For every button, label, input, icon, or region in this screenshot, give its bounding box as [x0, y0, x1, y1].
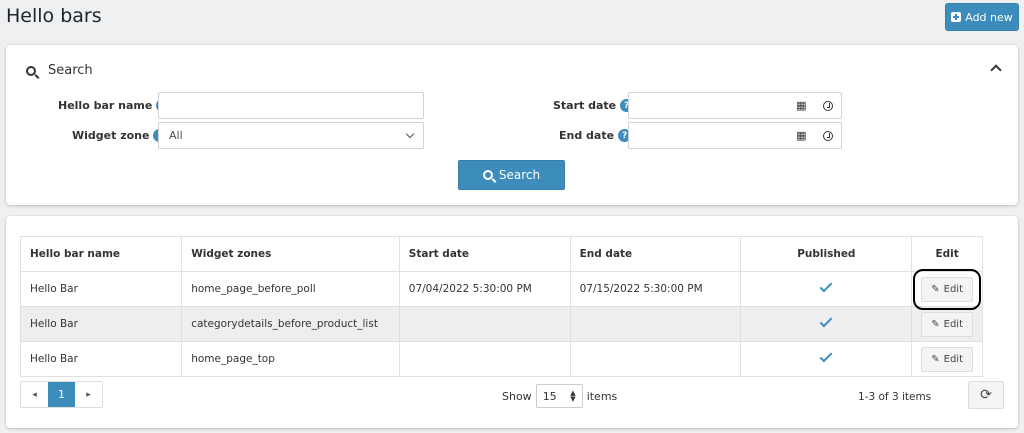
edit-label: Edit	[943, 283, 963, 295]
add-new-label: Add new	[965, 10, 1013, 24]
edit-label: Edit	[943, 318, 963, 330]
cell-name: Hello Bar	[19, 306, 183, 342]
refresh-button[interactable]: ⟳	[968, 381, 1004, 409]
edit-button[interactable]: ✎ Edit	[913, 268, 981, 310]
cell-name: Hello Bar	[19, 271, 183, 307]
search-icon	[26, 65, 36, 76]
end-date-label-text: End date	[559, 129, 615, 142]
clock-icon[interactable]	[822, 100, 833, 111]
checkmark-icon	[819, 349, 833, 363]
cell-zone: categorydetails_before_product_list	[181, 306, 400, 342]
show-label: Show	[502, 389, 532, 403]
prev-page-button[interactable]: ◂	[21, 382, 48, 407]
start-date-pickers: ▦	[788, 92, 842, 119]
cell-edit: ✎ Edit	[911, 306, 983, 342]
table-row: Hello Bar categorydetails_before_product…	[19, 306, 983, 342]
search-panel-header[interactable]: Search	[26, 63, 93, 78]
refresh-icon: ⟳	[980, 387, 992, 403]
cell-end-date	[569, 341, 742, 377]
cell-start-date	[398, 306, 571, 342]
cell-edit: ✎ Edit	[911, 268, 983, 310]
cell-start-date: 07/04/2022 5:30:00 PM	[398, 271, 571, 307]
clock-icon[interactable]	[822, 130, 833, 141]
plus-square-icon	[951, 12, 962, 22]
widget-zone-label-text: Widget zone	[72, 129, 150, 142]
column-header[interactable]: Widget zones	[181, 236, 400, 272]
start-date-label: Start date ?	[553, 99, 634, 112]
add-new-button[interactable]: Add new	[945, 3, 1019, 31]
page-size-control: Show 15 ▲ ▼ items	[502, 384, 617, 408]
end-date-label: End date ?	[559, 129, 632, 142]
page-title: Hello bars	[6, 5, 102, 27]
table-row: Hello Bar home_page_before_poll 07/04/20…	[19, 268, 983, 310]
calendar-icon[interactable]: ▦	[796, 99, 806, 112]
items-count: 1-3 of 3 items	[858, 391, 932, 403]
widget-zone-label: Widget zone ?	[72, 129, 167, 142]
column-header: Edit	[911, 236, 983, 272]
column-header[interactable]: End date	[569, 236, 742, 272]
edit-button[interactable]: ✎ Edit	[921, 346, 973, 372]
search-panel: Search Hello bar name ? Widget zone ? Al…	[6, 45, 1018, 205]
search-heading: Search	[48, 63, 93, 78]
table-row: Hello Bar home_page_top ✎ Edit	[19, 341, 983, 377]
checkmark-icon	[819, 279, 833, 293]
page-size-value: 15	[542, 389, 557, 403]
widget-zone-value: All	[169, 129, 183, 142]
hello-bar-name-label-text: Hello bar name	[58, 99, 153, 112]
pencil-icon: ✎	[931, 283, 940, 295]
cell-published	[740, 341, 913, 377]
end-date-pickers: ▦	[788, 122, 842, 149]
end-date-input[interactable]	[628, 122, 789, 149]
cell-start-date	[398, 341, 571, 377]
cell-zone: home_page_top	[181, 341, 400, 377]
cell-name: Hello Bar	[19, 341, 183, 377]
search-icon	[482, 170, 493, 180]
start-date-label-text: Start date	[553, 99, 617, 112]
page-button-current[interactable]: 1	[48, 382, 75, 407]
pagination: ◂ 1 ▸	[20, 381, 103, 408]
hello-bars-grid-panel: Hello bar name Widget zones Start date E…	[6, 216, 1018, 428]
checkmark-icon	[819, 314, 833, 328]
hello-bar-name-input[interactable]	[158, 92, 424, 119]
edit-button[interactable]: ✎ Edit	[921, 311, 973, 337]
chevron-down-icon	[405, 129, 415, 139]
chevron-up-icon[interactable]	[990, 64, 1002, 76]
pencil-icon: ✎	[931, 353, 940, 365]
start-date-input[interactable]	[628, 92, 789, 119]
cell-published	[740, 271, 913, 307]
search-button[interactable]: Search	[458, 160, 565, 190]
cell-end-date	[569, 306, 742, 342]
hello-bars-table: Hello bar name Widget zones Start date E…	[19, 236, 983, 377]
cell-zone: home_page_before_poll	[181, 271, 400, 307]
page-size-select[interactable]: 15 ▲ ▼	[535, 384, 583, 408]
calendar-icon[interactable]: ▦	[796, 129, 806, 142]
next-page-button[interactable]: ▸	[75, 382, 102, 407]
cell-edit: ✎ Edit	[911, 341, 983, 377]
widget-zone-select[interactable]: All	[158, 122, 424, 149]
items-label: items	[586, 389, 618, 403]
pencil-icon: ✎	[931, 318, 940, 330]
updown-icon: ▲ ▼	[570, 389, 576, 403]
search-button-label: Search	[498, 168, 541, 182]
column-header[interactable]: Published	[740, 236, 913, 272]
cell-published	[740, 306, 913, 342]
hello-bar-name-label: Hello bar name ?	[58, 99, 170, 112]
column-header[interactable]: Hello bar name	[19, 236, 183, 272]
cell-end-date: 07/15/2022 5:30:00 PM	[569, 271, 742, 307]
table-header-row: Hello bar name Widget zones Start date E…	[19, 236, 983, 272]
column-header[interactable]: Start date	[398, 236, 571, 272]
edit-label: Edit	[943, 353, 963, 365]
